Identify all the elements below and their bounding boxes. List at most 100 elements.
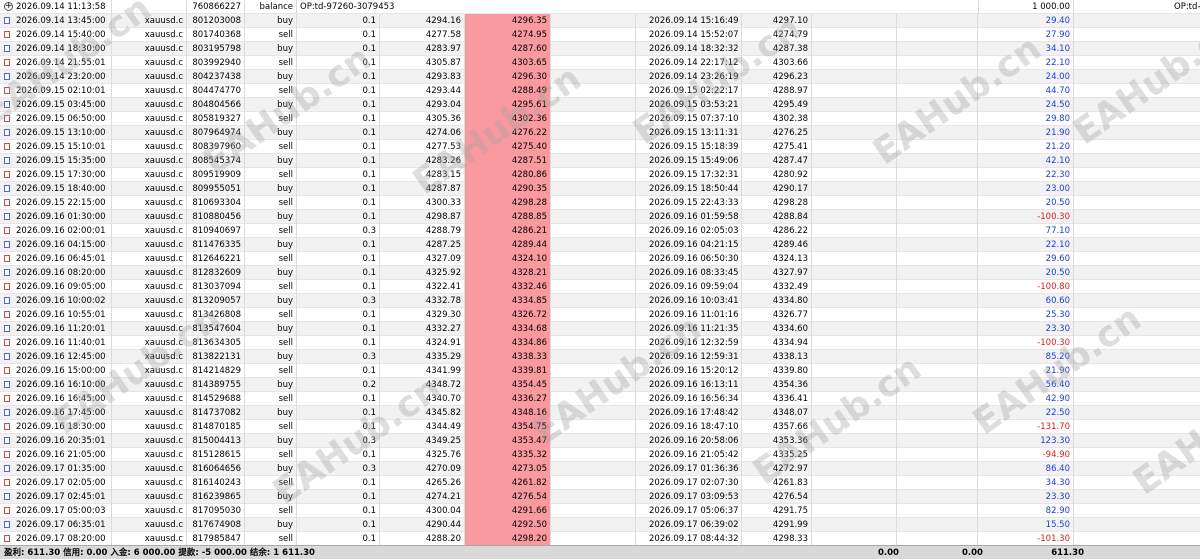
volume-cell: 0.1 xyxy=(297,14,380,28)
close-time-cell: 2026.09.14 18:32:32 xyxy=(636,42,742,56)
open-time-cell: 2026.09.16 04:15:00 xyxy=(0,238,112,252)
empty-cell xyxy=(812,266,897,280)
volume-cell: 0.1 xyxy=(297,154,380,168)
profit-cell: 23.00 xyxy=(978,182,1074,196)
sl-cell: 4261.82 xyxy=(465,476,551,490)
empty-cell xyxy=(551,378,636,392)
table-row[interactable]: 2026.09.17 02:05:00 xauusd.c 816140243 sell… xyxy=(0,476,1200,490)
empty-cell xyxy=(551,98,636,112)
type-cell: buy xyxy=(245,182,297,196)
empty-cell xyxy=(551,140,636,154)
sl-cell: 4296.30 xyxy=(465,70,551,84)
open-price-cell: 4293.44 xyxy=(380,84,465,98)
close-time-cell: 2026.09.16 09:59:04 xyxy=(636,280,742,294)
table-row[interactable]: 2026.09.14 23:20:00 xauusd.c 804237438 buy 0… xyxy=(0,70,1200,84)
volume-cell: 0.1 xyxy=(297,28,380,42)
sl-cell: 4289.44 xyxy=(465,238,551,252)
sl-cell: 4338.33 xyxy=(465,350,551,364)
table-row[interactable]: 2026.09.16 06:45:01 xauusd.c 812646221 sell… xyxy=(0,252,1200,266)
open-price-cell: 4298.87 xyxy=(380,210,465,224)
table-row[interactable]: 2026.09.16 11:20:01 xauusd.c 813547604 buy 0… xyxy=(0,322,1200,336)
close-price-cell: 4338.13 xyxy=(742,350,812,364)
empty-cell xyxy=(551,14,636,28)
table-row[interactable]: 2026.09.16 11:40:01 xauusd.c 813634305 sell… xyxy=(0,336,1200,350)
open-time-cell: 2026.09.15 15:10:01 xyxy=(0,140,112,154)
close-time-cell: 2026.09.16 18:47:10 xyxy=(636,420,742,434)
table-row[interactable]: 2026.09.15 22:15:00 xauusd.c 810693304 sell… xyxy=(0,196,1200,210)
volume-cell: 0.1 xyxy=(297,448,380,462)
table-row[interactable]: 2026.09.17 05:00:03 xauusd.c 817095030 sell… xyxy=(0,504,1200,518)
table-row[interactable]: 2026.09.16 01:30:00 xauusd.c 810880456 buy 0… xyxy=(0,210,1200,224)
table-row[interactable]: 2026.09.15 03:45:00 xauusd.c 804804566 buy 0… xyxy=(0,98,1200,112)
volume-cell: 0.1 xyxy=(297,140,380,154)
close-price-cell: 4296.23 xyxy=(742,70,812,84)
volume-cell: 0.1 xyxy=(297,196,380,210)
table-row[interactable]: 2026.09.16 16:10:00 xauusd.c 814389755 buy 0… xyxy=(0,378,1200,392)
table-row[interactable]: 2026.09.14 15:40:00 xauusd.c 801740368 sell… xyxy=(0,28,1200,42)
type-cell: buy xyxy=(245,70,297,84)
table-row[interactable]: 2026.09.15 15:10:01 xauusd.c 808397960 sell… xyxy=(0,140,1200,154)
ticket-cell: 814529688 xyxy=(187,392,245,406)
table-row[interactable]: 2026.09.16 12:45:00 xauusd.c 813822131 buy 0… xyxy=(0,350,1200,364)
table-row[interactable]: 2026.09.15 02:10:01 xauusd.c 804474770 sell… xyxy=(0,84,1200,98)
open-time-cell: 2026.09.16 08:20:00 xyxy=(0,266,112,280)
volume-cell: 0.3 xyxy=(297,350,380,364)
profit-cell: 29.40 xyxy=(978,14,1074,28)
status-commission: 0.00 xyxy=(878,548,899,558)
open-time-cell: 2026.09.17 05:00:03 xyxy=(0,504,112,518)
table-row[interactable]: 2026.09.14 21:55:01 xauusd.c 803992940 sell… xyxy=(0,56,1200,70)
ticket-cell: 813547604 xyxy=(187,322,245,336)
table-row[interactable]: 2026.09.16 15:00:00 xauusd.c 814214829 sell… xyxy=(0,364,1200,378)
close-price-cell: 4354.36 xyxy=(742,378,812,392)
table-row[interactable]: 2026.09.17 06:35:01 xauusd.c 817674908 buy 0… xyxy=(0,518,1200,532)
sl-cell: 4288.49 xyxy=(465,84,551,98)
empty-cell xyxy=(551,490,636,504)
table-row[interactable]: 2026.09.16 04:15:00 xauusd.c 811476335 buy 0… xyxy=(0,238,1200,252)
close-price-cell: 4335.25 xyxy=(742,448,812,462)
empty-cell xyxy=(551,434,636,448)
close-time-cell: 2026.09.16 21:05:42 xyxy=(636,448,742,462)
type-cell: buy xyxy=(245,378,297,392)
type-cell: sell xyxy=(245,336,297,350)
empty-cell xyxy=(551,280,636,294)
table-row[interactable]: 2026.09.16 09:05:00 xauusd.c 813037094 sell… xyxy=(0,280,1200,294)
table-row[interactable]: 2026.09.16 17:45:00 xauusd.c 814737082 buy 0… xyxy=(0,406,1200,420)
table-row[interactable]: 2026.09.14 13:45:00 xauusd.c 801203008 buy 0… xyxy=(0,14,1200,28)
table-row[interactable]: 2026.09.17 02:45:01 xauusd.c 816239865 buy 0… xyxy=(0,490,1200,504)
table-row[interactable]: 2026.09.17 01:35:00 xauusd.c 816064656 buy 0… xyxy=(0,462,1200,476)
table-row[interactable]: 2026.09.16 20:35:01 xauusd.c 815004413 buy 0… xyxy=(0,434,1200,448)
table-row[interactable]: 2026.09.16 02:00:01 xauusd.c 810940697 sell… xyxy=(0,224,1200,238)
table-row[interactable]: 2026.09.15 13:10:00 xauusd.c 807964974 buy 0… xyxy=(0,126,1200,140)
table-row[interactable]: 2026.09.15 17:30:00 xauusd.c 809519909 sell… xyxy=(0,168,1200,182)
empty-cell xyxy=(551,462,636,476)
table-row[interactable]: 2026.09.15 06:50:00 xauusd.c 805819327 sell… xyxy=(0,112,1200,126)
close-time-cell: 2026.09.16 16:56:34 xyxy=(636,392,742,406)
symbol-cell: xauusd.c xyxy=(112,420,187,434)
ticket-cell: 808397960 xyxy=(187,140,245,154)
table-row[interactable]: 2026.09.16 10:00:02 xauusd.c 813209057 buy 0… xyxy=(0,294,1200,308)
open-price-cell: 4300.04 xyxy=(380,504,465,518)
close-price-cell: 4276.54 xyxy=(742,490,812,504)
empty-cell xyxy=(1074,420,1200,434)
profit-cell: 25.30 xyxy=(978,308,1074,322)
table-row[interactable]: 2026.09.17 08:20:00 xauusd.c 817985847 sell… xyxy=(0,532,1200,546)
balance-row[interactable]: + 2026.09.14 11:13:58 760866227 balance … xyxy=(0,0,1200,14)
table-row[interactable]: 2026.09.14 18:30:00 xauusd.c 803195798 buy 0… xyxy=(0,42,1200,56)
volume-cell: 0.1 xyxy=(297,280,380,294)
open-time-cell: 2026.09.16 01:30:00 xyxy=(0,210,112,224)
table-row[interactable]: 2026.09.16 18:30:00 xauusd.c 814870185 sell… xyxy=(0,420,1200,434)
ticket-cell: 809955051 xyxy=(187,182,245,196)
profit-cell: 22.30 xyxy=(978,168,1074,182)
table-row[interactable]: 2026.09.16 21:05:00 xauusd.c 815128615 sell… xyxy=(0,448,1200,462)
open-time-cell: 2026.09.14 21:55:01 xyxy=(0,56,112,70)
table-row[interactable]: 2026.09.16 08:20:00 xauusd.c 812832609 buy 0… xyxy=(0,266,1200,280)
table-row[interactable]: 2026.09.15 18:40:00 xauusd.c 809955051 buy 0… xyxy=(0,182,1200,196)
volume-cell: 0.1 xyxy=(297,490,380,504)
empty-cell xyxy=(1074,280,1200,294)
close-time-cell: 2026.09.15 15:18:39 xyxy=(636,140,742,154)
table-row[interactable]: 2026.09.16 16:45:00 xauusd.c 814529688 sell… xyxy=(0,392,1200,406)
table-row[interactable]: 2026.09.16 10:55:01 xauusd.c 813426808 sell… xyxy=(0,308,1200,322)
table-row[interactable]: 2026.09.15 15:35:00 xauusd.c 808545374 buy 0… xyxy=(0,154,1200,168)
ticket-cell: 813037094 xyxy=(187,280,245,294)
empty-cell xyxy=(551,126,636,140)
